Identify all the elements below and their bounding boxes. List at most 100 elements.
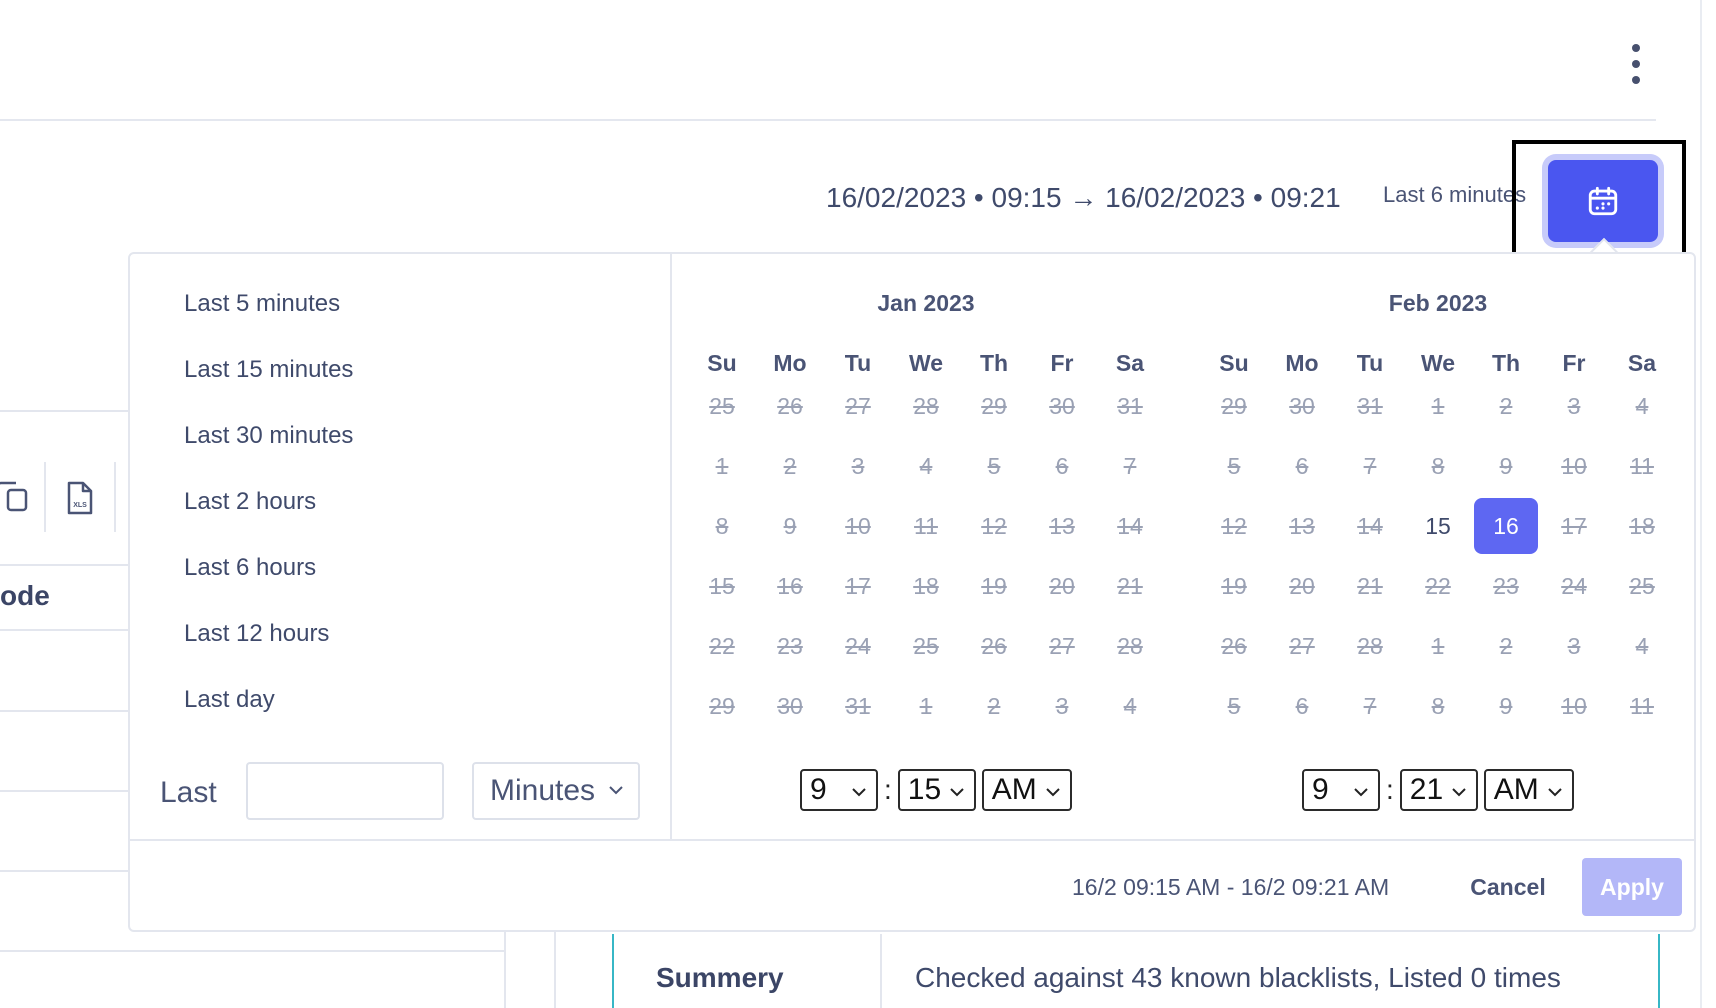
more-options-icon[interactable] [1622, 44, 1650, 84]
xls-file-icon[interactable]: XLS [66, 480, 94, 516]
summary-label: Summery [656, 962, 784, 993]
day-cell-disabled: 24 [845, 633, 871, 659]
day-cell-disabled: 13 [1049, 513, 1075, 539]
selected-range-summary: 16/2 09:15 AM - 16/2 09:21 AM [1072, 874, 1390, 900]
weekday-header: We [908, 350, 944, 376]
weekday-header: Su [1219, 350, 1249, 376]
day-cell-disabled: 15 [709, 573, 735, 599]
start-time-picker: 9 : 15 AM [800, 768, 1072, 812]
bg-divider [0, 410, 128, 412]
day-cell-disabled: 17 [845, 573, 871, 599]
preset-last-12-hours[interactable]: Last 12 hours [184, 620, 329, 648]
end-minute-value: 21 [1409, 773, 1444, 806]
day-cell-disabled: 24 [1561, 573, 1587, 599]
day-cell-disabled: 25 [709, 393, 735, 419]
preset-last-2-hours[interactable]: Last 2 hours [184, 488, 316, 516]
column-header-code: ode [0, 580, 50, 611]
day-cell-disabled: 22 [1425, 573, 1451, 599]
preset-last-6-hours[interactable]: Last 6 hours [184, 554, 316, 582]
day-cell-disabled: 18 [913, 573, 939, 599]
day-cell-disabled: 27 [1049, 633, 1075, 659]
day-cell-disabled: 13 [1289, 513, 1315, 539]
day-cell-disabled: 11 [1630, 693, 1654, 719]
custom-last-label: Last [160, 776, 217, 809]
preset-last-30-minutes[interactable]: Last 30 minutes [184, 422, 353, 450]
day-cell-disabled: 1 [1431, 393, 1445, 419]
copy-icon[interactable] [0, 480, 30, 514]
day-cell[interactable]: 15 [1406, 498, 1470, 554]
summary-value: Checked against 43 known blacklists, Lis… [915, 962, 1561, 993]
weekday-header: Tu [844, 350, 872, 376]
chevron-down-icon [1354, 788, 1368, 797]
start-hour-select[interactable]: 9 [800, 769, 878, 811]
day-cell-disabled: 23 [1493, 573, 1519, 599]
range-preset-label: Last 6 minutes [1383, 182, 1527, 207]
scrollbar-track [1700, 0, 1702, 1008]
day-cell-disabled: 1 [1431, 633, 1445, 659]
preset-last-15-minutes[interactable]: Last 15 minutes [184, 356, 353, 384]
day-cell-disabled: 11 [914, 513, 938, 539]
day-cell-disabled: 29 [1221, 393, 1247, 419]
day-cell-selected[interactable]: 16 [1474, 498, 1538, 554]
day-cell-disabled: 25 [1629, 573, 1655, 599]
header-divider [0, 119, 1656, 121]
cancel-button[interactable]: Cancel [1458, 862, 1558, 912]
chevron-down-icon [1452, 788, 1466, 797]
unit-select[interactable]: Minutes [472, 762, 640, 820]
preset-last-day[interactable]: Last day [184, 686, 275, 714]
day-cell-disabled: 8 [715, 513, 729, 539]
page: 16/02/2023 • 09:15 → 16/02/2023 • 09:21 … [0, 0, 1716, 1008]
svg-text:XLS: XLS [73, 502, 87, 509]
date-range-display: 16/02/2023 • 09:15 → 16/02/2023 • 09:21 [826, 182, 1341, 213]
bg-divider [0, 710, 128, 712]
custom-last-input[interactable] [246, 762, 444, 820]
day-cell-disabled: 26 [1221, 633, 1247, 659]
day-cell-disabled: 22 [709, 633, 735, 659]
day-cell-disabled: 1 [715, 453, 729, 479]
footer-divider [130, 839, 1694, 841]
bg-column-divider [504, 932, 506, 1008]
day-cell-disabled: 9 [1499, 693, 1513, 719]
toolbar-separator [44, 462, 46, 532]
day-cell-disabled: 14 [1117, 513, 1143, 539]
preset-panel: Last 5 minutes Last 15 minutes Last 30 m… [130, 254, 672, 839]
chevron-down-icon [852, 788, 866, 797]
day-cell-disabled: 21 [1117, 573, 1143, 599]
day-cell-disabled: 2 [783, 453, 797, 479]
weekday-header: Mo [773, 350, 807, 376]
weekday-header: Th [1491, 350, 1521, 376]
day-cell-disabled: 3 [851, 453, 865, 479]
time-colon: : [1386, 774, 1394, 805]
start-hour-value: 9 [810, 773, 827, 806]
day-cell-disabled: 7 [1363, 693, 1377, 719]
bg-divider [0, 870, 128, 872]
day-cell-disabled: 1 [919, 693, 933, 719]
day-cell-disabled: 2 [987, 693, 1001, 719]
day-cell-disabled: 3 [1567, 393, 1581, 419]
day-cell-disabled: 29 [981, 393, 1007, 419]
end-minute-select[interactable]: 21 [1399, 769, 1478, 811]
start-minute-select[interactable]: 15 [897, 769, 976, 811]
day-cell-disabled: 26 [981, 633, 1007, 659]
day-cell-disabled: 6 [1295, 453, 1309, 479]
preset-last-5-minutes[interactable]: Last 5 minutes [184, 290, 340, 318]
chevron-down-icon [1046, 788, 1060, 797]
day-cell-disabled: 31 [845, 693, 871, 719]
weekday-header: Sa [1627, 350, 1657, 376]
weekday-header: Th [979, 350, 1009, 376]
start-ampm-select[interactable]: AM [981, 769, 1072, 811]
day-cell-disabled: 30 [1049, 393, 1075, 419]
day-cell-disabled: 27 [1289, 633, 1315, 659]
day-cell-disabled: 6 [1055, 453, 1069, 479]
day-cell-disabled: 20 [1049, 573, 1075, 599]
apply-button[interactable]: Apply [1582, 858, 1682, 916]
end-ampm-select[interactable]: AM [1483, 769, 1574, 811]
day-cell-disabled: 31 [1117, 393, 1143, 419]
day-cell-disabled: 4 [1635, 393, 1649, 419]
day-cell-disabled: 16 [777, 573, 803, 599]
toolbar-separator [114, 462, 116, 532]
end-hour-select[interactable]: 9 [1302, 769, 1380, 811]
day-cell-disabled: 28 [913, 393, 939, 419]
end-hour-value: 9 [1312, 773, 1329, 806]
month-title: Feb 2023 [1388, 290, 1488, 316]
